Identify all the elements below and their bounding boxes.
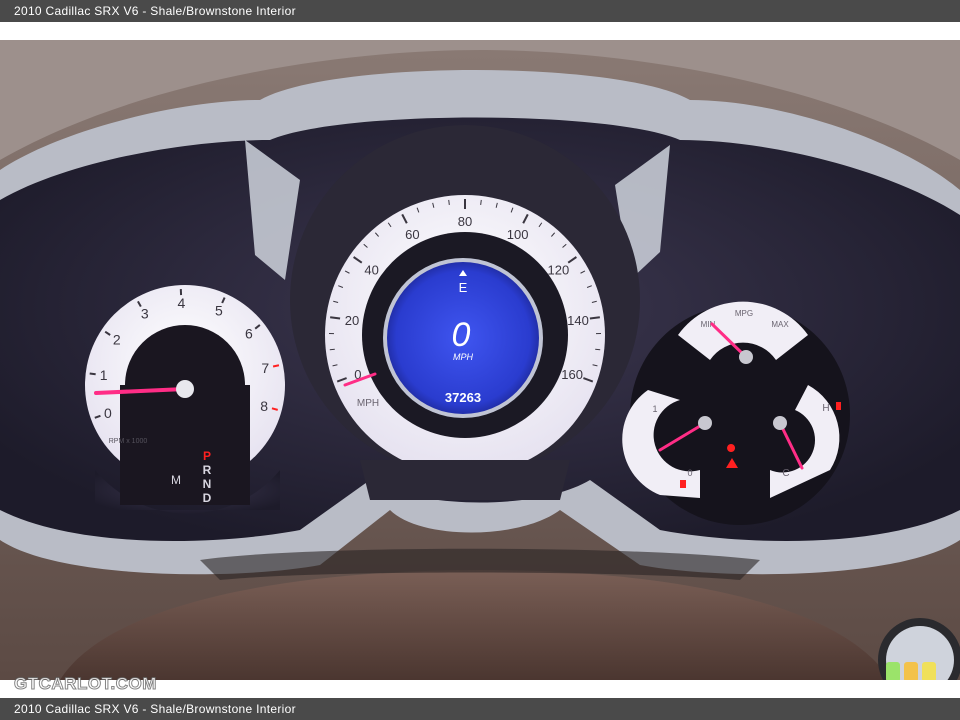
caption-bar-top: 2010 Cadillac SRX V6 - Shale/Brownstone … [0, 0, 960, 22]
tach-tick-mark [272, 364, 280, 368]
caption-text: 2010 Cadillac SRX V6 - Shale/Brownstone … [14, 702, 296, 716]
speedo-tick-label: 40 [364, 263, 378, 278]
instrument-cluster-photo: 0 1 2 3 4 5 6 7 8 RPM x 1000 M PRND 0 20 40 60 80 100… [0, 40, 960, 680]
tach-tick-label: 0 [104, 405, 112, 421]
site-watermark: GTCARLOT.COM [14, 674, 157, 694]
speedo-tick-label: 20 [345, 313, 359, 328]
caption-bar-bottom: 2010 Cadillac SRX V6 - Shale/Brownstone … [0, 698, 960, 720]
gear-letter: P [203, 449, 211, 463]
tach-tick-label: 4 [178, 295, 186, 311]
info-display: E 0 MPH 37263 [383, 258, 543, 418]
fuel-full-label: 1 [652, 404, 657, 414]
temp-cold-label: C [782, 468, 789, 479]
tach-tick-label: 1 [100, 367, 108, 383]
speedo-tick-mark [595, 348, 601, 351]
tach-tick-label: 3 [141, 306, 149, 322]
mpg-label: MPG [735, 309, 753, 318]
speedo-tick-label: 80 [458, 214, 472, 229]
speedo-tick-label: 120 [548, 263, 570, 278]
caption-text: 2010 Cadillac SRX V6 - Shale/Brownstone … [14, 4, 296, 18]
fuel-needle-hub [698, 416, 712, 430]
tach-tick-label: 5 [215, 302, 223, 318]
fuel-empty-label: 0 [687, 468, 692, 478]
gear-letter: N [203, 477, 212, 491]
speedo-tick-label: 100 [507, 227, 529, 242]
speedo-tick-mark [589, 316, 600, 320]
tach-tick-label: 6 [245, 326, 253, 342]
compass-heading: E [459, 280, 468, 295]
temp-hot-marker [836, 402, 841, 410]
mpg-max-label: MAX [771, 320, 789, 329]
speedo-tick-mark [480, 199, 482, 206]
speedo-tick-label: 60 [405, 227, 419, 242]
speedo-tick-label: 160 [561, 367, 583, 382]
speedo-unit-label: MPH [357, 398, 379, 409]
speedo-tick-mark [330, 316, 341, 320]
speedo-tick-label: 140 [567, 313, 589, 328]
digital-speed: 0 [452, 316, 471, 354]
speedo-tick-mark [329, 348, 335, 351]
tach-tick-label: 7 [261, 360, 269, 376]
gear-letter: D [203, 491, 212, 505]
gear-letter: R [203, 463, 212, 477]
tach-tick-label: 8 [260, 398, 268, 414]
temp-needle-hub [773, 416, 787, 430]
tach-unit-label: RPM x 1000 [109, 438, 148, 445]
digital-speed-unit: MPH [453, 352, 474, 362]
odometer-reading: 37263 [445, 390, 481, 405]
tach-needle-hub [176, 380, 194, 398]
manual-mode-letter: M [171, 473, 181, 487]
tach-tick-label: 2 [113, 331, 121, 347]
speedo-tick-mark [448, 199, 450, 206]
temp-hot-label: H [822, 403, 829, 414]
fuel-low-marker [680, 480, 686, 488]
tach-tick-mark [89, 372, 96, 376]
mpg-needle-hub [739, 350, 753, 364]
